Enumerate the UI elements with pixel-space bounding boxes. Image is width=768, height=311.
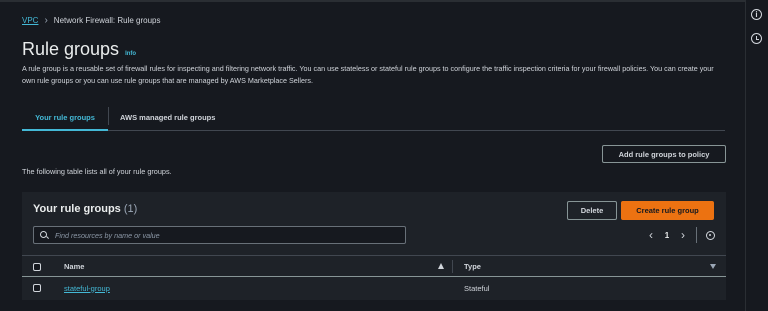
rule-group-type: Stateful [464,283,490,293]
search-input[interactable] [55,230,405,240]
select-all-checkbox[interactable] [33,263,41,271]
tabs: Your rule groups AWS managed rule groups [22,104,725,131]
table-caption: The following table lists all of your ru… [22,167,172,176]
right-rail: i [745,0,768,311]
add-rule-groups-to-policy-button[interactable]: Add rule groups to policy [602,145,726,163]
sort-ascending-icon[interactable] [438,263,444,269]
chevron-right-icon[interactable]: › [676,228,690,242]
info-icon[interactable]: i [751,9,762,20]
rule-groups-panel: Your rule groups (1) Delete Create rule g… [22,192,726,300]
sort-descending-icon[interactable] [710,264,716,269]
gear-icon[interactable] [706,230,715,240]
main-content: VPC › Network Firewall: Rule groups Rule… [0,0,745,311]
table-header: Name Type [22,255,726,277]
delete-button[interactable]: Delete [567,201,617,220]
pager-divider [696,227,697,243]
table-row: stateful-group Stateful [22,278,726,298]
column-header-name[interactable]: Name [64,256,450,277]
row-checkbox[interactable] [33,284,41,292]
page-number[interactable]: 1 [658,231,676,240]
tab-divider [108,107,109,125]
pagination: ‹ 1 › [644,226,715,244]
page-description: A rule group is a reusable set of firewa… [22,64,714,85]
history-icon[interactable] [751,33,762,44]
rule-group-name-link[interactable]: stateful-group [64,278,110,298]
search-box [33,226,406,244]
panel-title: Your rule groups [33,203,121,215]
tab-aws-managed-rule-groups[interactable]: AWS managed rule groups [120,104,215,130]
column-header-type[interactable]: Type [464,256,714,277]
column-divider [452,260,453,273]
breadcrumb-chevron-icon: › [44,15,48,26]
panel-count: (1) [123,203,138,215]
breadcrumb-current: Network Firewall: Rule groups [53,16,161,25]
chevron-left-icon[interactable]: ‹ [644,228,658,242]
create-rule-group-button[interactable]: Create rule group [621,201,714,220]
page-title: Rule groups [22,39,120,59]
search-icon [40,230,49,240]
breadcrumb: VPC › Network Firewall: Rule groups [22,15,161,26]
info-link[interactable]: Info [125,51,136,57]
title-row: Rule groups Info [22,39,136,60]
tab-your-rule-groups[interactable]: Your rule groups [22,104,108,131]
breadcrumb-vpc-link[interactable]: VPC [22,16,38,25]
panel-header: Your rule groups (1) [33,203,137,215]
